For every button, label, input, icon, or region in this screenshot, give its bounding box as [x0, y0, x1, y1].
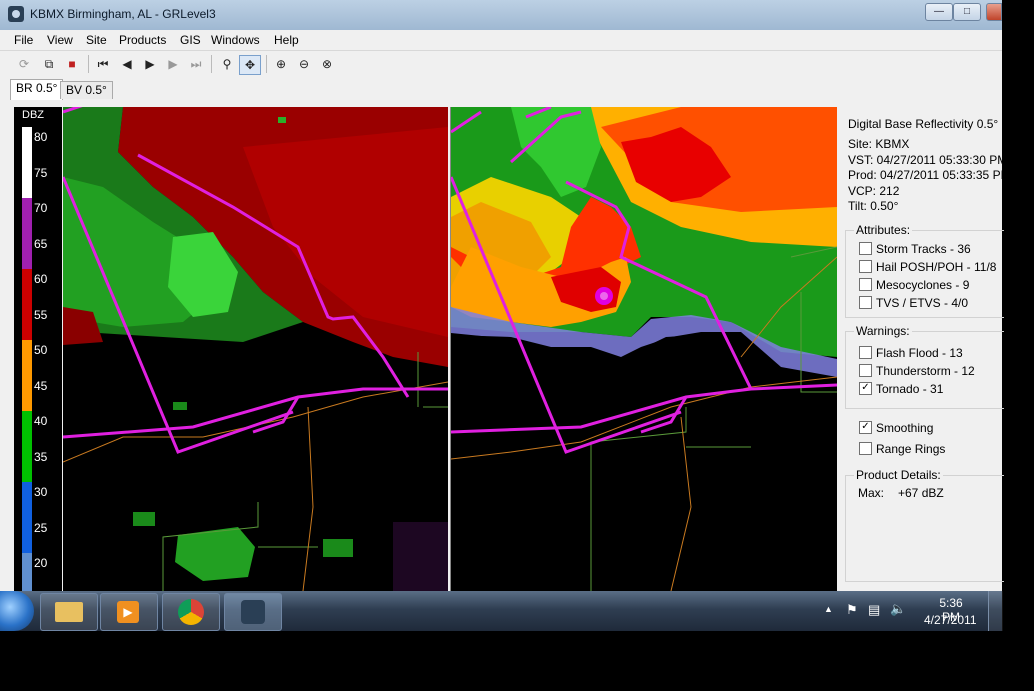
- thunderstorm-checkbox[interactable]: [859, 364, 872, 377]
- mesocyclones-label: Mesocyclones - 9: [876, 278, 970, 292]
- legend-tick: 65: [34, 237, 48, 251]
- mesocyclones-checkbox[interactable]: [859, 278, 872, 291]
- menu-site[interactable]: Site: [86, 33, 107, 47]
- clock-date[interactable]: 4/27/2011: [924, 613, 977, 627]
- toolbar: ⟳ ⧉ ■ ⏮ ◀ ▶ ▶ ⏭ ⚲ ✥ ⊕ ⊖ ⊗: [0, 50, 1002, 78]
- tab-br[interactable]: BR 0.5°: [10, 79, 64, 100]
- reflectivity-map-zoomed: [63, 107, 448, 591]
- storm-tracks-label: Storm Tracks - 36: [876, 242, 971, 256]
- volume-icon[interactable]: 🔈: [890, 601, 906, 617]
- tornado-label: Tornado - 31: [876, 382, 944, 396]
- legend-tick: 50: [34, 343, 48, 357]
- zoom-reset-icon[interactable]: ⊗: [317, 55, 337, 73]
- grlevel3-icon: [241, 600, 265, 624]
- range-rings-label: Range Rings: [876, 442, 946, 456]
- max-label: Max:: [858, 486, 885, 500]
- legend-tick: 55: [34, 308, 48, 322]
- color-scale-bar: [22, 127, 32, 591]
- network-icon[interactable]: ▤: [868, 602, 880, 618]
- menu-help[interactable]: Help: [274, 33, 299, 47]
- legend-tick: 75: [34, 166, 48, 180]
- range-rings-checkbox[interactable]: [859, 442, 872, 455]
- product-tabs: BR 0.5° BV 0.5°: [0, 77, 1002, 100]
- tab-bv[interactable]: BV 0.5°: [60, 81, 113, 99]
- menu-bar: File View Site Products GIS Windows Help: [0, 30, 1002, 50]
- vst-field: VST: 04/27/2011 05:33:30 PM: [848, 153, 1008, 167]
- legend-tick: 30: [34, 485, 48, 499]
- previous-frame-icon[interactable]: ◀: [117, 55, 137, 73]
- legend-tick: 60: [34, 272, 48, 286]
- legend-tick: 35: [34, 450, 48, 464]
- tvs-checkbox[interactable]: [859, 296, 872, 309]
- action-center-flag-icon[interactable]: ⚑: [846, 602, 858, 618]
- zoom-out-icon[interactable]: ⊖: [294, 55, 314, 73]
- media-player-taskbar-button[interactable]: ▶: [100, 593, 158, 631]
- legend-tick: 25: [34, 521, 48, 535]
- window-title: KBMX Birmingham, AL - GRLevel3: [30, 7, 216, 21]
- zoom-in-icon[interactable]: ⊕: [271, 55, 291, 73]
- legend-tick: 80: [34, 130, 48, 144]
- close-button[interactable]: [986, 3, 1002, 21]
- play-icon[interactable]: ▶: [140, 55, 160, 73]
- menu-products[interactable]: Products: [119, 33, 166, 47]
- tornado-checkbox[interactable]: ✓: [859, 382, 872, 395]
- stop-icon[interactable]: ■: [62, 55, 82, 73]
- thunderstorm-label: Thunderstorm - 12: [876, 364, 975, 378]
- show-hidden-icons-icon[interactable]: ▲: [824, 604, 833, 614]
- tvs-label: TVS / ETVS - 4/0: [876, 296, 969, 310]
- minimize-button[interactable]: —: [925, 3, 953, 21]
- legend-tick: 40: [34, 414, 48, 428]
- vcp-field: VCP: 212: [848, 184, 900, 198]
- max-value: +67 dBZ: [898, 486, 944, 500]
- last-frame-icon[interactable]: ⏭: [186, 55, 206, 73]
- product-name: Digital Base Reflectivity 0.5°: [848, 117, 999, 131]
- explorer-taskbar-button[interactable]: [40, 593, 98, 631]
- legend-unit: DBZ: [22, 109, 44, 121]
- attributes-title: Attributes:: [854, 223, 913, 237]
- media-player-icon: ▶: [117, 601, 139, 623]
- flash-flood-checkbox[interactable]: [859, 346, 872, 359]
- menu-windows[interactable]: Windows: [211, 33, 260, 47]
- radar-pane-right[interactable]: [450, 107, 837, 591]
- first-frame-icon[interactable]: ⏮: [93, 55, 113, 73]
- menu-file[interactable]: File: [14, 33, 33, 47]
- folder-icon: [55, 602, 83, 622]
- zoom-icon[interactable]: ⚲: [217, 55, 237, 73]
- warnings-title: Warnings:: [854, 324, 912, 338]
- site-field: Site: KBMX: [848, 137, 910, 151]
- chrome-taskbar-button[interactable]: [162, 593, 220, 631]
- legend-tick: 20: [34, 556, 48, 570]
- legend-tick: 45: [34, 379, 48, 393]
- app-icon: [8, 6, 24, 22]
- refresh-icon[interactable]: ⟳: [14, 55, 34, 73]
- flash-flood-label: Flash Flood - 13: [876, 346, 963, 360]
- legend-tick: 70: [34, 201, 48, 215]
- tilt-field: Tilt: 0.50°: [848, 199, 899, 213]
- smoothing-label: Smoothing: [876, 421, 934, 435]
- maximize-button[interactable]: □: [953, 3, 981, 21]
- show-desktop-button[interactable]: [988, 591, 1003, 631]
- hail-checkbox[interactable]: [859, 260, 872, 273]
- prod-field: Prod: 04/27/2011 05:33:35 PM: [848, 168, 1011, 182]
- details-title: Product Details:: [854, 468, 943, 482]
- chrome-icon: [178, 599, 204, 625]
- hail-label: Hail POSH/POH - 11/8: [876, 260, 997, 274]
- menu-view[interactable]: View: [47, 33, 73, 47]
- radar-pane-left[interactable]: [63, 107, 448, 591]
- copy-icon[interactable]: ⧉: [39, 55, 59, 73]
- reflectivity-map: [451, 107, 837, 591]
- storm-tracks-checkbox[interactable]: [859, 242, 872, 255]
- smoothing-checkbox[interactable]: ✓: [859, 421, 872, 434]
- pan-icon[interactable]: ✥: [239, 55, 261, 75]
- menu-gis[interactable]: GIS: [180, 33, 201, 47]
- grlevel3-taskbar-button[interactable]: [224, 593, 282, 631]
- next-frame-icon[interactable]: ▶: [163, 55, 183, 73]
